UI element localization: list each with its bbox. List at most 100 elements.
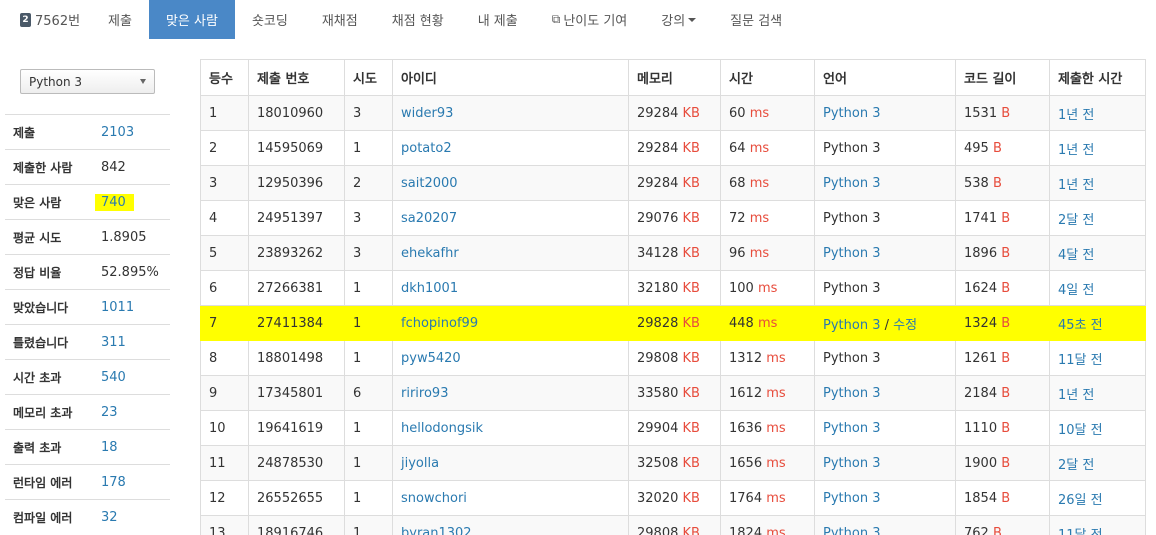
language-cell: Python 3 [814, 130, 956, 166]
stat-value[interactable]: 32 [101, 510, 118, 525]
submitted-time-link[interactable]: 4일 전 [1058, 283, 1094, 298]
language-cell: Python 3 [814, 445, 956, 481]
submitted-time-link[interactable]: 26일 전 [1058, 493, 1103, 508]
submission-id-cell: 14595069 [248, 130, 345, 166]
submitted-time-cell: 2달 전 [1049, 200, 1146, 236]
language-link[interactable]: Python 3 [823, 386, 880, 401]
user-link[interactable]: byran1302 [401, 526, 472, 535]
user-link[interactable]: jiyolla [401, 456, 439, 471]
submission-id-cell: 18801498 [248, 340, 345, 376]
tab-difficulty[interactable]: ⧉ 난이도 기여 [535, 0, 645, 39]
stat-value[interactable]: 2103 [101, 125, 134, 140]
time-unit: ms [766, 350, 786, 366]
user-link[interactable]: potato2 [401, 141, 452, 156]
column-header: 시간 [720, 59, 815, 96]
user-link[interactable]: pyw5420 [401, 351, 461, 366]
language-link[interactable]: Python 3 [823, 491, 880, 506]
code-length-cell: 762 B [955, 515, 1050, 535]
stat-value[interactable]: 1011 [101, 300, 134, 315]
submission-id-cell: 27266381 [248, 270, 345, 306]
tab-my-submissions[interactable]: 내 제출 [461, 0, 535, 39]
user-link[interactable]: wider93 [401, 106, 453, 121]
user-link[interactable]: hellodongsik [401, 421, 483, 436]
user-link[interactable]: dkh1001 [401, 281, 458, 296]
column-header: 코드 길이 [955, 59, 1050, 96]
tab-lecture-label: 강의 [661, 14, 686, 29]
user-link[interactable]: snowchori [401, 491, 467, 506]
edit-link[interactable]: 수정 [893, 318, 917, 333]
memory-value: 29904 [637, 420, 679, 436]
user-link[interactable]: sa20207 [401, 211, 457, 226]
stat-value[interactable]: 23 [101, 405, 118, 420]
rank-cell: 6 [200, 270, 249, 306]
tries-cell: 6 [344, 375, 393, 411]
code-length-value: 1896 [964, 245, 998, 261]
tab-lecture[interactable]: 강의 [644, 0, 713, 39]
tab-correct-users[interactable]: 맞은 사람 [148, 0, 235, 39]
language-link[interactable]: Python 3 [823, 176, 880, 191]
table-row: 10 19641619 1 hellodongsik 29904 KB 1636 ms Py… [200, 410, 1146, 446]
stat-value[interactable]: 540 [101, 370, 126, 385]
user-link[interactable]: ehekafhr [401, 246, 459, 261]
time-unit: ms [766, 525, 786, 535]
stat-value[interactable]: 311 [101, 335, 126, 350]
code-length-value: 1110 [964, 420, 998, 436]
language-link[interactable]: Python 3 [823, 456, 880, 471]
table-row: 4 24951397 3 sa20207 29076 KB 72 ms Python 3 17… [200, 200, 1146, 236]
rank-cell: 9 [200, 375, 249, 411]
user-link[interactable]: fchopinof99 [401, 316, 478, 331]
tab-rejudge[interactable]: 재채점 [305, 0, 375, 39]
language-select[interactable]: Python 3 [20, 69, 155, 94]
problem-number[interactable]: 2 7562번 [0, 0, 91, 39]
submitted-time-link[interactable]: 11달 전 [1058, 353, 1103, 368]
submitted-time-link[interactable]: 10달 전 [1058, 423, 1103, 438]
submitted-time-link[interactable]: 2달 전 [1058, 458, 1094, 473]
rank-cell: 11 [200, 445, 249, 481]
language-link[interactable]: Python 3 [823, 246, 880, 261]
language-link[interactable]: Python 3 [823, 318, 880, 333]
time-value: 96 [729, 245, 746, 261]
code-length-unit: B [1001, 385, 1011, 401]
submitted-time-link[interactable]: 4달 전 [1058, 248, 1094, 263]
submitted-time-link[interactable]: 1년 전 [1058, 143, 1094, 158]
stat-value[interactable]: 740 [95, 193, 134, 211]
language-link[interactable]: Python 3 [823, 106, 880, 121]
tab-question-search[interactable]: 질문 검색 [713, 0, 799, 39]
rank-cell: 1 [200, 95, 249, 131]
time-cell: 1824 ms [720, 515, 815, 535]
submitted-time-link[interactable]: 2달 전 [1058, 213, 1094, 228]
tab-question-search-label: 질문 검색 [730, 14, 783, 29]
table-row: 5 23893262 3 ehekafhr 34128 KB 96 ms Python 31… [200, 235, 1146, 271]
submitted-time-link[interactable]: 1년 전 [1058, 178, 1094, 193]
submitted-time-link[interactable]: 11달 전 [1058, 528, 1103, 535]
user-cell: ririro93 [392, 375, 629, 411]
code-length-cell: 2184 B [955, 375, 1050, 411]
stat-value: 1.8905 [101, 229, 147, 245]
language-cell: Python 3 [814, 235, 956, 271]
language-cell: Python 3 [814, 95, 956, 131]
tries-cell: 1 [344, 270, 393, 306]
submitted-time-link[interactable]: 1년 전 [1058, 108, 1094, 123]
submitted-time-link[interactable]: 45초 전 [1058, 318, 1103, 333]
tab-short-coding[interactable]: 숏코딩 [235, 0, 305, 39]
language-cell: Python 3 [814, 340, 956, 376]
code-length-value: 1741 [964, 210, 998, 226]
language-cell: Python 3 [814, 410, 956, 446]
stat-value[interactable]: 178 [101, 475, 126, 490]
submitted-time-link[interactable]: 1년 전 [1058, 388, 1094, 403]
language-link[interactable]: Python 3 [823, 421, 880, 436]
stat-row: 제출 2103 [5, 114, 170, 149]
memory-unit: KB [682, 175, 700, 191]
user-link[interactable]: ririro93 [401, 386, 448, 401]
submitted-time-cell: 11달 전 [1049, 340, 1146, 376]
tab-status[interactable]: 채점 현황 [375, 0, 461, 39]
user-link[interactable]: sait2000 [401, 176, 458, 191]
tab-submit[interactable]: 제출 [91, 0, 149, 39]
time-value: 64 [729, 140, 746, 156]
stat-row: 정답 비율 52.895% [5, 254, 170, 289]
stat-value[interactable]: 18 [101, 440, 118, 455]
language-link[interactable]: Python 3 [823, 526, 880, 535]
chevron-down-icon [140, 79, 146, 84]
submitted-time-cell: 1년 전 [1049, 130, 1146, 166]
submitted-time-cell: 1년 전 [1049, 375, 1146, 411]
